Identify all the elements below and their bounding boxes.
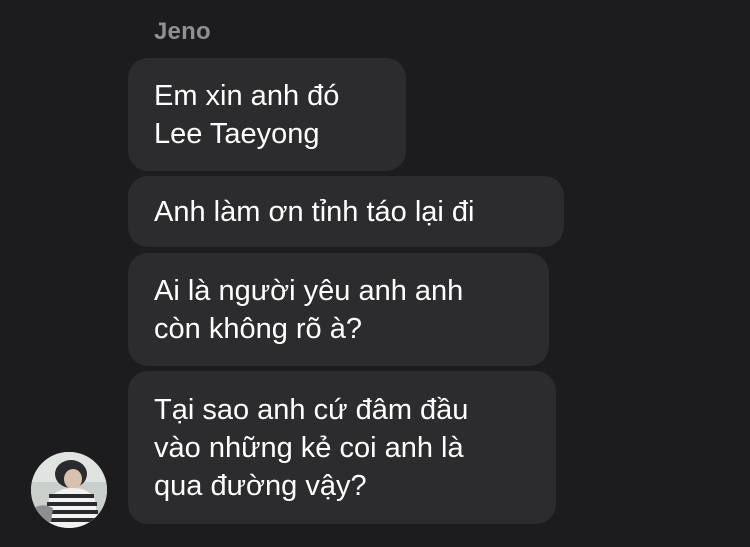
message-bubble[interactable]: Anh làm ơn tỉnh táo lại đi	[128, 176, 564, 247]
sender-name: Jeno	[154, 18, 211, 45]
avatar-photo-icon	[31, 452, 107, 528]
message-bubble[interactable]: Ai là người yêu anh anh còn không rõ à?	[128, 253, 549, 366]
avatar[interactable]	[31, 452, 107, 528]
message-bubble[interactable]: Tại sao anh cứ đâm đầu vào những kẻ coi …	[128, 371, 556, 524]
message-bubble[interactable]: Em xin anh đó Lee Taeyong	[128, 58, 406, 171]
